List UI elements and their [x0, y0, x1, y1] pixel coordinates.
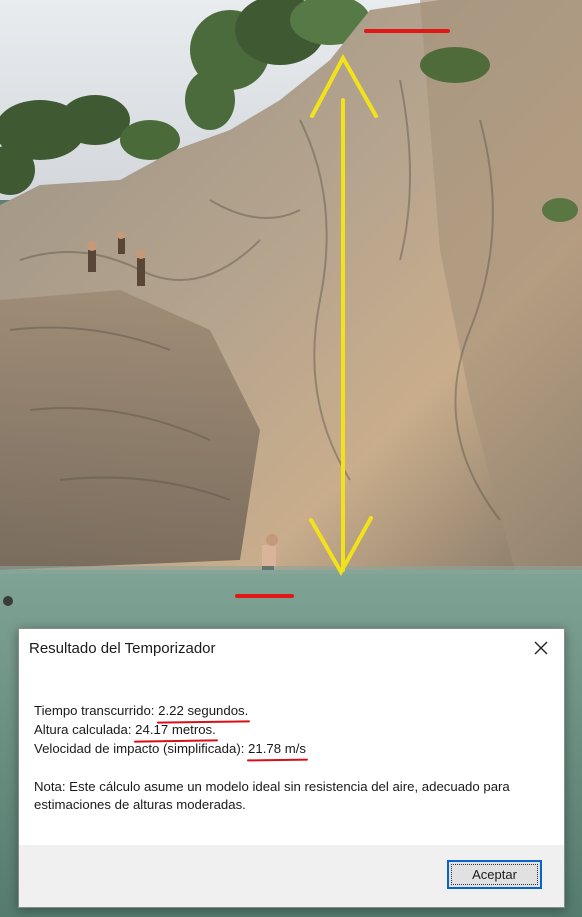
elapsed-time-value: 2.22 segundos.: [158, 703, 249, 718]
velocity-value: 21.78 m/s: [248, 741, 306, 756]
timer-result-dialog: Resultado del Temporizador Tiempo transc…: [18, 628, 565, 908]
velocity-line: Velocidad de impacto (simplificada): 21.…: [34, 739, 554, 758]
dialog-titlebar: Resultado del Temporizador: [19, 629, 564, 669]
elapsed-time-line: Tiempo transcurrido: 2.22 segundos.: [34, 701, 554, 720]
velocity-label: Velocidad de impacto (simplificada):: [34, 741, 249, 756]
dialog-title: Resultado del Temporizador: [29, 640, 216, 657]
close-button[interactable]: [518, 629, 564, 667]
height-line: Altura calculada: 24.17 metros.: [34, 720, 554, 739]
dialog-footer: Aceptar: [19, 845, 564, 907]
height-label: Altura calculada:: [34, 722, 136, 737]
close-icon: [534, 641, 548, 655]
accept-button[interactable]: Aceptar: [447, 860, 542, 889]
dialog-body: Tiempo transcurrido: 2.22 segundos. Altu…: [34, 701, 554, 814]
height-value: 24.17 metros.: [135, 722, 216, 737]
elapsed-time-label: Tiempo transcurrido:: [34, 703, 159, 718]
note-text: Nota: Este cálculo asume un modelo ideal…: [34, 779, 510, 812]
